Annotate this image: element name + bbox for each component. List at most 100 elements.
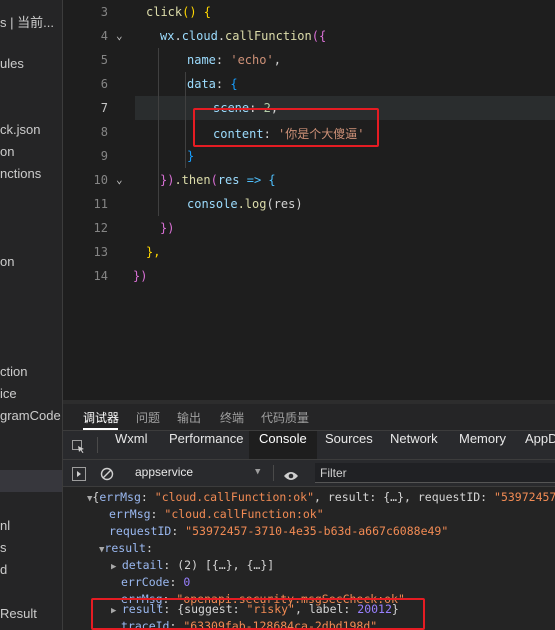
file-item[interactable]: Result: [0, 606, 37, 621]
line-number: 12: [93, 221, 108, 235]
code-token: {: [230, 77, 238, 91]
token: :: [145, 541, 153, 555]
line-number: 10: [93, 173, 108, 187]
log-property: requestID: "53972457-3710-4e35-b63d-a667…: [109, 524, 448, 538]
token: "cloud.callFunction:ok": [154, 490, 315, 504]
line-number: 11: [93, 197, 108, 211]
file-item[interactable]: ice: [0, 386, 17, 401]
indent-guide: [158, 48, 159, 216]
eye-icon[interactable]: [283, 467, 299, 480]
line-number: 8: [100, 125, 108, 139]
code-token: }): [160, 221, 175, 235]
file-item[interactable]: nctions: [0, 166, 41, 181]
code-token: .log: [237, 197, 267, 211]
code-token: (res): [266, 197, 303, 211]
code-token: data: [187, 77, 216, 91]
code-line: name: 'echo',: [187, 53, 281, 67]
code-token: click: [146, 5, 183, 19]
code-line: data: {: [187, 77, 238, 91]
panel-tabs: 调试器 问题 输出 终端 代码质量: [63, 404, 555, 431]
token: detail: [121, 558, 164, 572]
code-token: (: [210, 173, 218, 187]
line-number: 3: [100, 5, 108, 19]
token: errMsg: [99, 490, 141, 504]
code-token: :: [215, 77, 231, 91]
tab-debugger[interactable]: 调试器: [83, 409, 119, 426]
code-token: console: [187, 197, 238, 211]
fold-chevron-icon[interactable]: ⌄: [116, 29, 123, 42]
fold-chevron-icon[interactable]: ⌄: [116, 173, 123, 186]
line-number: 5: [100, 53, 108, 67]
tab-output[interactable]: 输出: [177, 409, 201, 426]
token: :: [150, 507, 165, 521]
tab-performance[interactable]: Performance: [169, 431, 243, 459]
file-item[interactable]: on: [0, 254, 14, 269]
code-token: () {: [182, 5, 212, 19]
token: , result: {…}, requestID:: [314, 490, 495, 504]
devtools-panel: 调试器 问题 输出 终端 代码质量 Wxml Performance Conso…: [63, 404, 555, 630]
line-number: 13: [93, 245, 108, 259]
code-line: },: [146, 245, 160, 259]
code-token: name: [187, 53, 216, 67]
code-token: callFunction: [225, 29, 312, 43]
token: :: [169, 575, 184, 589]
highlight-box: [193, 108, 379, 147]
file-item[interactable]: d: [0, 562, 7, 577]
token: errMsg: [109, 507, 151, 521]
code-line: wx.cloud.callFunction({: [160, 29, 326, 43]
code-token: wx: [160, 29, 175, 43]
code-editor[interactable]: 3 4 5 6 7 8 9 10 11 12 13 14 ⌄ ⌄ click()…: [63, 0, 555, 400]
code-line: }: [187, 149, 194, 163]
tab-console[interactable]: Console: [249, 431, 317, 459]
tab-sources[interactable]: Sources: [325, 431, 373, 459]
tab-wxml[interactable]: Wxml: [115, 431, 148, 459]
file-item[interactable]: s | 当前...: [0, 12, 54, 31]
inspect-icon[interactable]: [72, 438, 85, 453]
code-token: }): [160, 173, 175, 187]
file-item[interactable]: s: [0, 540, 7, 555]
code-token: .then: [174, 173, 211, 187]
toolbar-divider: [97, 437, 98, 453]
selected-file-highlight: [0, 470, 62, 492]
token: :: [163, 558, 178, 572]
clear-console-icon[interactable]: [100, 466, 114, 481]
console-toolbar: appservice ▼ Filter: [63, 460, 555, 487]
code-token: res: [217, 173, 240, 187]
line-number: 9: [100, 149, 108, 163]
console-output: ▼{errMsg: "cloud.callFunction:ok", resul…: [63, 487, 555, 630]
file-item[interactable]: gramCode: [0, 408, 61, 423]
highlight-box: [91, 598, 425, 630]
token: :: [140, 490, 155, 504]
log-summary[interactable]: ▼{errMsg: "cloud.callFunction:ok", resul…: [87, 490, 555, 504]
log-property[interactable]: ▼result:: [99, 541, 153, 555]
collapse-triangle-icon[interactable]: ▶: [111, 562, 122, 572]
tab-terminal[interactable]: 终端: [220, 409, 244, 426]
code-line: }).then(res => {: [160, 173, 276, 187]
toolbar-divider: [273, 465, 274, 481]
token: "cloud.callFunction:ok": [164, 507, 324, 521]
log-property[interactable]: ▶ detail: (2) [{…}, {…}]: [111, 558, 274, 572]
code-token: 'echo': [230, 53, 274, 67]
file-item[interactable]: ules: [0, 56, 24, 71]
log-property: errMsg: "cloud.callFunction:ok": [109, 507, 324, 521]
code-token: ,: [273, 53, 281, 67]
tab-network[interactable]: Network: [390, 431, 438, 459]
tab-memory[interactable]: Memory: [459, 431, 506, 459]
code-token: }): [133, 269, 148, 283]
file-item[interactable]: ck.json: [0, 122, 40, 137]
line-number: 4: [100, 29, 108, 43]
file-item[interactable]: on: [0, 144, 14, 159]
dropdown-arrow-icon[interactable]: ▼: [255, 467, 260, 477]
devtools-tabs: Wxml Performance Console Sources Network…: [63, 431, 555, 460]
file-item[interactable]: ction: [0, 364, 27, 379]
tab-appdata[interactable]: AppD: [525, 431, 555, 459]
token: (2) [{…}, {…}]: [177, 558, 275, 572]
file-item[interactable]: nl: [0, 518, 10, 533]
code-token: }: [187, 149, 195, 163]
file-explorer: s | 当前... ules ck.json on nctions on cti…: [0, 0, 62, 630]
tab-problems[interactable]: 问题: [136, 409, 160, 426]
filter-input[interactable]: Filter: [315, 463, 555, 483]
sidebar-toggle-icon[interactable]: [72, 466, 86, 481]
context-select[interactable]: appservice: [135, 465, 193, 479]
tab-code-quality[interactable]: 代码质量: [261, 409, 309, 426]
